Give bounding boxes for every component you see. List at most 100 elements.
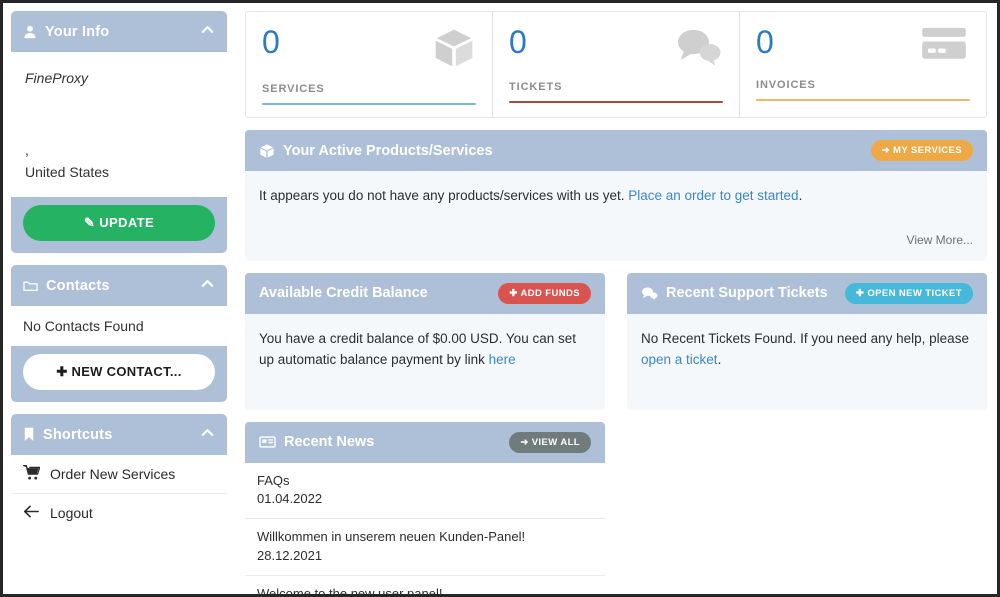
active-products-header: Your Active Products/Services ➜ MY SERVI… — [245, 130, 987, 171]
recent-news-header: Recent News ➜ VIEW ALL — [245, 421, 605, 463]
sidebar-item-label: Order New Services — [50, 466, 176, 483]
account-name: FineProxy — [25, 70, 89, 86]
your-info-footer: ✎ UPDATE — [11, 197, 227, 254]
update-button[interactable]: ✎ UPDATE — [23, 205, 215, 242]
news-row: Recent News ➜ VIEW ALL FAQs 01.04.2022 W… — [245, 421, 987, 594]
add-funds-button[interactable]: ✚ ADD FUNDS — [498, 282, 591, 304]
view-all-button-label: VIEW ALL — [531, 436, 580, 448]
support-tickets-card: Recent Support Tickets ✚ OPEN NEW TICKET… — [627, 272, 987, 410]
your-info-body: FineProxy , United States — [11, 52, 227, 198]
open-new-ticket-button-label: OPEN NEW TICKET — [867, 287, 962, 299]
plus-icon: ✚ — [509, 287, 518, 299]
shortcuts-panel: Shortcuts Order New Services Logout — [11, 414, 227, 533]
credit-balance-card: Available Credit Balance ✚ ADD FUNDS You… — [245, 272, 605, 410]
chat-bubbles-icon — [675, 26, 723, 73]
active-products-title: Your Active Products/Services — [283, 142, 493, 159]
add-funds-button-label: ADD FUNDS — [520, 287, 580, 299]
sidebar-item-label: Logout — [50, 505, 93, 522]
your-info-header[interactable]: Your Info — [11, 11, 227, 52]
contacts-empty-text: No Contacts Found — [23, 318, 144, 335]
stat-card-invoices[interactable]: 0 INVOICES — [739, 12, 986, 117]
invoices-underline — [756, 99, 970, 101]
credit-balance-text: You have a credit balance of $0.00 USD. … — [259, 330, 576, 368]
shortcuts-header[interactable]: Shortcuts — [11, 414, 227, 456]
services-count: 0 — [262, 24, 280, 60]
chevron-up-icon[interactable] — [200, 276, 215, 295]
cart-icon — [23, 465, 41, 483]
arrow-left-icon — [23, 504, 40, 522]
news-date: 28.12.2021 — [257, 548, 323, 564]
chevron-up-icon[interactable] — [200, 425, 215, 444]
open-new-ticket-button[interactable]: ✚ OPEN NEW TICKET — [844, 282, 973, 304]
bookmark-icon — [23, 427, 35, 442]
support-tickets-header: Recent Support Tickets ✚ OPEN NEW TICKET — [627, 272, 987, 314]
newspaper-icon — [259, 435, 276, 449]
my-services-button-label: MY SERVICES — [893, 145, 962, 156]
news-list-item[interactable]: Willkommen in unserem neuen Kunden-Panel… — [245, 519, 605, 576]
address-line-2: United States — [25, 163, 110, 180]
view-more-link[interactable]: View More... — [259, 233, 973, 247]
support-tickets-title: Recent Support Tickets — [666, 285, 828, 302]
support-tickets-text-tail: . — [717, 352, 722, 368]
news-date: 01.04.2022 — [257, 491, 323, 507]
support-tickets-body: No Recent Tickets Found. If you need any… — [627, 313, 987, 410]
credit-balance-title: Available Credit Balance — [259, 285, 428, 302]
stat-card-services[interactable]: 0 SERVICES — [246, 12, 492, 117]
news-title: FAQs — [257, 472, 290, 488]
recent-news-column: Recent News ➜ VIEW ALL FAQs 01.04.2022 W… — [245, 421, 605, 594]
plus-icon: ✚ — [56, 364, 68, 380]
credit-balance-header: Available Credit Balance ✚ ADD FUNDS — [245, 272, 605, 314]
sidebar-item-order-new-services[interactable]: Order New Services — [11, 455, 227, 495]
your-info-panel: Your Info FineProxy , United States ✎ UP — [11, 11, 227, 254]
services-label: SERVICES — [262, 83, 325, 95]
credit-balance-body: You have a credit balance of $0.00 USD. … — [245, 313, 605, 410]
open-a-ticket-link[interactable]: open a ticket — [641, 352, 718, 367]
my-services-button[interactable]: ➜ MY SERVICES — [870, 140, 973, 161]
new-contact-button[interactable]: ✚ NEW CONTACT... — [23, 354, 215, 391]
recent-news-body: FAQs 01.04.2022 Willkommen in unserem ne… — [245, 462, 605, 594]
contacts-header[interactable]: Contacts — [11, 265, 227, 307]
arrow-right-icon: ➜ — [520, 436, 529, 448]
user-icon — [23, 25, 37, 39]
sidebar: Your Info FineProxy , United States ✎ UP — [3, 3, 235, 594]
automatic-payment-link[interactable]: here — [489, 352, 516, 367]
contacts-footer: ✚ NEW CONTACT... — [11, 346, 227, 403]
tickets-count: 0 — [509, 24, 527, 60]
shortcuts-title: Shortcuts — [43, 426, 113, 443]
active-products-body: It appears you do not have any products/… — [245, 171, 987, 261]
new-contact-button-label: NEW CONTACT... — [71, 364, 182, 380]
contacts-title: Contacts — [46, 277, 110, 294]
contacts-body: No Contacts Found — [11, 306, 227, 347]
news-list-item[interactable]: Welcome to the new user panel! 20.11.202… — [245, 576, 605, 594]
customer-panel-app: Your Info FineProxy , United States ✎ UP — [3, 3, 997, 594]
shortcuts-body: Order New Services Logout — [11, 455, 227, 533]
news-row-spacer — [627, 422, 987, 594]
news-list-item[interactable]: FAQs 01.04.2022 — [245, 463, 605, 520]
tickets-label: TICKETS — [509, 81, 563, 93]
credit-card-icon — [918, 26, 970, 71]
contacts-panel: Contacts No Contacts Found ✚ NEW CONTACT… — [11, 265, 227, 403]
stats-row: 0 SERVICES 0 TICKETS 0 INVOICES — [245, 11, 987, 118]
folder-icon — [23, 279, 38, 293]
place-order-link[interactable]: Place an order to get started — [628, 188, 798, 203]
recent-news-card: Recent News ➜ VIEW ALL FAQs 01.04.2022 W… — [245, 421, 605, 594]
chat-bubbles-icon — [641, 286, 658, 301]
invoices-label: INVOICES — [756, 79, 816, 91]
support-tickets-column: Recent Support Tickets ✚ OPEN NEW TICKET… — [627, 272, 987, 410]
chevron-up-icon[interactable] — [200, 22, 215, 41]
support-tickets-text: No Recent Tickets Found. If you need any… — [641, 330, 969, 346]
news-title: Willkommen in unserem neuen Kunden-Panel… — [257, 529, 526, 545]
recent-news-title: Recent News — [284, 434, 375, 451]
middle-row: Available Credit Balance ✚ ADD FUNDS You… — [245, 272, 987, 410]
sidebar-item-logout[interactable]: Logout — [11, 494, 227, 532]
update-button-label: UPDATE — [99, 215, 155, 231]
box-icon — [432, 26, 476, 75]
plus-icon: ✚ — [855, 287, 865, 299]
arrow-right-icon: ➜ — [881, 145, 890, 156]
box-icon — [259, 143, 275, 159]
view-all-button[interactable]: ➜ VIEW ALL — [509, 431, 591, 453]
stat-card-tickets[interactable]: 0 TICKETS — [492, 12, 739, 117]
active-products-text: It appears you do not have any products/… — [259, 188, 629, 203]
your-info-title: Your Info — [45, 23, 110, 40]
active-products-card: Your Active Products/Services ➜ MY SERVI… — [245, 130, 987, 261]
